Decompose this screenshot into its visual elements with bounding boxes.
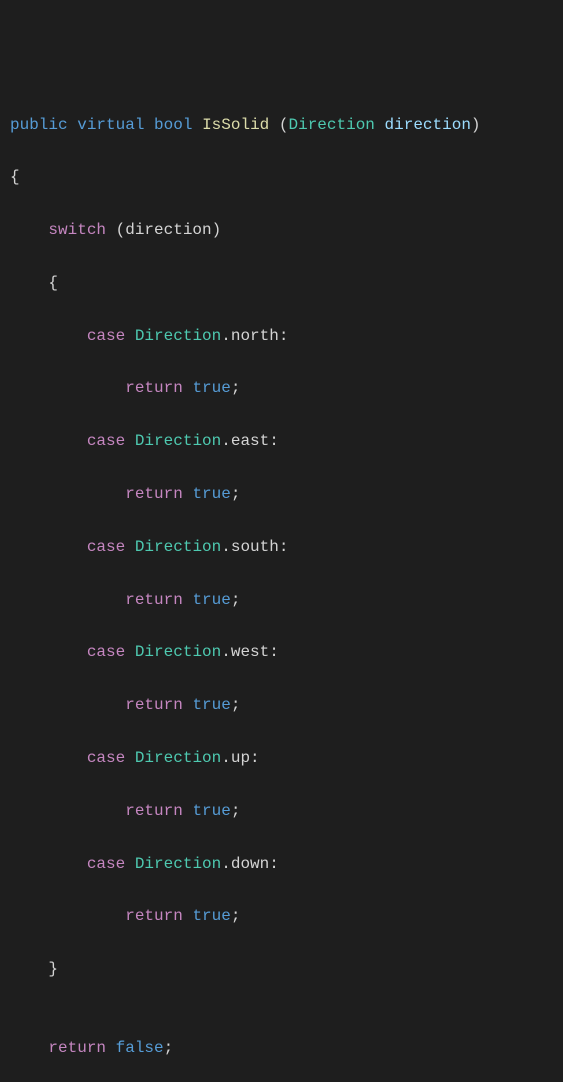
type-direction: Direction <box>135 749 221 767</box>
keyword-public: public <box>10 116 68 134</box>
semicolon: ; <box>231 696 241 714</box>
case-value: .up: <box>221 749 259 767</box>
space <box>125 432 135 450</box>
type-direction: Direction <box>135 855 221 873</box>
indent <box>10 802 125 820</box>
semicolon: ; <box>164 1039 174 1057</box>
keyword-true: true <box>192 907 230 925</box>
case-value: .north: <box>221 327 288 345</box>
space <box>183 696 193 714</box>
code-line-1: public virtual bool IsSolid (Direction d… <box>10 112 553 138</box>
method-name: IsSolid <box>202 116 269 134</box>
code-line-4: { <box>10 270 553 296</box>
keyword-case: case <box>87 432 125 450</box>
semicolon: ; <box>231 591 241 609</box>
keyword-true: true <box>192 802 230 820</box>
indent <box>10 591 125 609</box>
space <box>183 485 193 503</box>
space <box>125 327 135 345</box>
type-direction: Direction <box>135 643 221 661</box>
indent <box>10 485 125 503</box>
code-line-12: return true; <box>10 692 553 718</box>
space <box>125 855 135 873</box>
semicolon: ; <box>231 907 241 925</box>
space <box>125 749 135 767</box>
space <box>183 802 193 820</box>
code-line-14: return true; <box>10 798 553 824</box>
keyword-bool: bool <box>154 116 192 134</box>
keyword-return: return <box>125 379 183 397</box>
keyword-switch: switch <box>48 221 106 239</box>
keyword-case: case <box>87 327 125 345</box>
space <box>183 907 193 925</box>
case-value: .down: <box>221 855 279 873</box>
keyword-return: return <box>125 802 183 820</box>
code-line-9: case Direction.south: <box>10 534 553 560</box>
keyword-return: return <box>125 696 183 714</box>
code-line-16: return true; <box>10 903 553 929</box>
code-line-7: case Direction.east: <box>10 428 553 454</box>
space <box>183 591 193 609</box>
code-line-13: case Direction.up: <box>10 745 553 771</box>
keyword-return: return <box>125 591 183 609</box>
indent <box>10 749 87 767</box>
keyword-true: true <box>192 696 230 714</box>
semicolon: ; <box>231 485 241 503</box>
space <box>125 643 135 661</box>
code-line-17: } <box>10 956 553 982</box>
case-value: .east: <box>221 432 279 450</box>
keyword-false: false <box>116 1039 164 1057</box>
keyword-virtual: virtual <box>77 116 144 134</box>
code-line-3: switch (direction) <box>10 217 553 243</box>
code-line-6: return true; <box>10 375 553 401</box>
case-value: .west: <box>221 643 279 661</box>
keyword-return: return <box>48 1039 106 1057</box>
paren-open: ( <box>269 116 288 134</box>
code-line-11: case Direction.west: <box>10 639 553 665</box>
code-line-2: { <box>10 164 553 190</box>
indent <box>10 855 87 873</box>
indent <box>10 221 48 239</box>
paren-close: ) <box>471 116 481 134</box>
switch-expr: (direction) <box>106 221 221 239</box>
indent <box>10 907 125 925</box>
keyword-return: return <box>125 907 183 925</box>
keyword-true: true <box>192 591 230 609</box>
keyword-case: case <box>87 643 125 661</box>
code-line-19: return false; <box>10 1035 553 1061</box>
indent <box>10 696 125 714</box>
type-direction: Direction <box>135 327 221 345</box>
param-direction: direction <box>375 116 471 134</box>
keyword-case: case <box>87 855 125 873</box>
type-direction: Direction <box>288 116 374 134</box>
type-direction: Direction <box>135 432 221 450</box>
space <box>106 1039 116 1057</box>
code-line-15: case Direction.down: <box>10 851 553 877</box>
indent <box>10 327 87 345</box>
indent <box>10 1039 48 1057</box>
semicolon: ; <box>231 802 241 820</box>
code-line-10: return true; <box>10 587 553 613</box>
code-line-8: return true; <box>10 481 553 507</box>
keyword-return: return <box>125 485 183 503</box>
keyword-true: true <box>192 379 230 397</box>
indent <box>10 379 125 397</box>
indent <box>10 643 87 661</box>
keyword-true: true <box>192 485 230 503</box>
space <box>183 379 193 397</box>
code-editor[interactable]: public virtual bool IsSolid (Direction d… <box>10 112 553 1082</box>
code-line-5: case Direction.north: <box>10 323 553 349</box>
keyword-case: case <box>87 749 125 767</box>
semicolon: ; <box>231 379 241 397</box>
indent <box>10 432 87 450</box>
